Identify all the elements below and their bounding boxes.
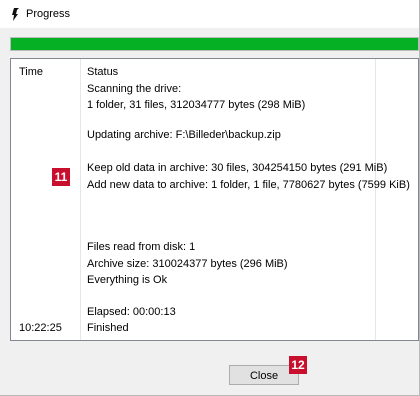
log-line: Scanning the drive: (87, 83, 182, 95)
log-line: Updating archive: F:\Billeder\backup.zip (87, 129, 281, 141)
app-icon (12, 8, 19, 21)
callout-marker: 11 (52, 168, 70, 186)
column-header-status[interactable]: Status (87, 66, 118, 78)
log-line: 1 folder, 31 files, 312034777 bytes (298… (87, 99, 306, 111)
log-line: Files read from disk: 1 (87, 241, 196, 253)
callout-marker: 12 (289, 356, 307, 374)
progress-window: Progress Time Status Scanning the drive:… (0, 0, 420, 396)
column-divider (375, 59, 376, 340)
column-divider (80, 59, 81, 340)
log-list[interactable]: Time Status Scanning the drive: 1 folder… (10, 58, 419, 341)
log-line: Finished (87, 322, 129, 334)
column-header-time[interactable]: Time (19, 66, 43, 78)
log-line: Everything is Ok (87, 274, 168, 286)
progress-fill (11, 38, 418, 50)
log-line: Archive size: 310024377 bytes (296 MiB) (87, 258, 288, 270)
title-bar: Progress (0, 0, 419, 28)
progress-bar (10, 37, 419, 51)
log-time: 10:22:25 (19, 322, 62, 334)
log-line: Keep old data in archive: 30 files, 3042… (87, 162, 388, 174)
window-title: Progress (26, 8, 71, 20)
log-line: Add new data to archive: 1 folder, 1 fil… (87, 179, 410, 191)
log-line: Elapsed: 00:00:13 (87, 306, 176, 318)
